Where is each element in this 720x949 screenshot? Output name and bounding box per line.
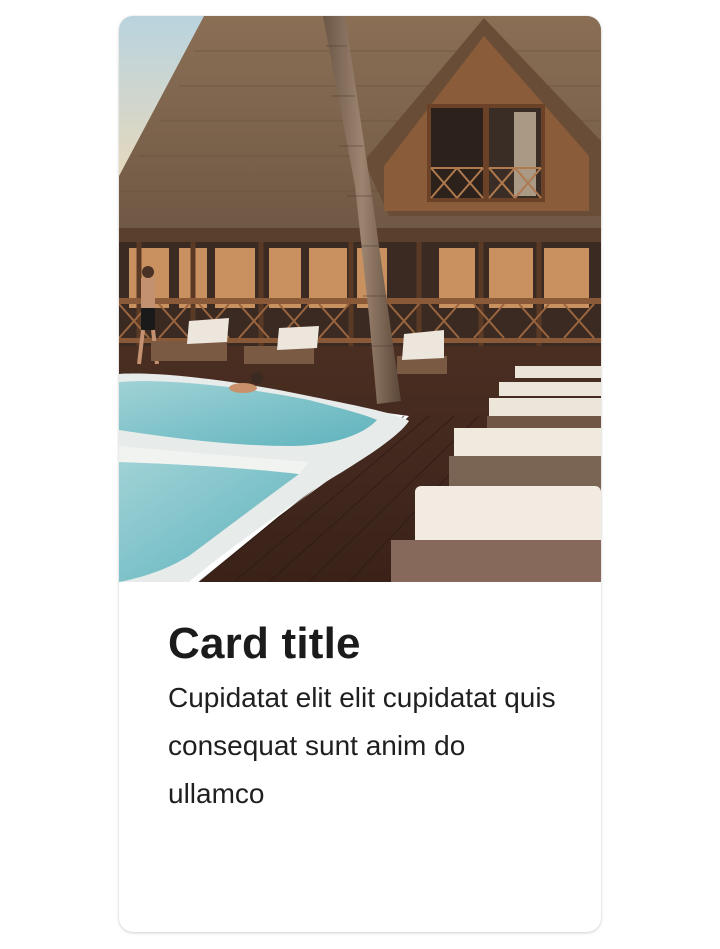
card-body: Card title Cupidatat elit elit cupidatat…: [168, 616, 568, 818]
card: Card title Cupidatat elit elit cupidatat…: [119, 16, 601, 932]
card-title: Card title: [168, 619, 361, 668]
card-image: [119, 16, 601, 582]
card-text: Cupidatat elit elit cupidatat quis conse…: [168, 682, 556, 809]
